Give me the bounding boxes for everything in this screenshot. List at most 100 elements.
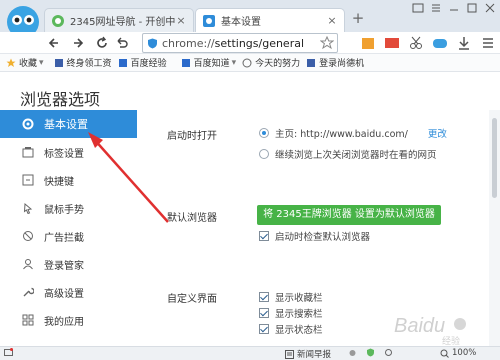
keyboard-icon (22, 174, 34, 186)
star-icon[interactable] (320, 36, 334, 50)
vertical-scrollbar[interactable] (489, 110, 500, 346)
bookmark-item[interactable]: 百度经验 (118, 56, 167, 69)
default-browser-label: 默认浏览器 (167, 213, 217, 224)
new-tab-button[interactable]: + (349, 10, 367, 28)
sidebar-item-label: 登录管家 (44, 260, 84, 272)
close-tab-icon[interactable]: × (326, 14, 338, 27)
page-icon (181, 58, 190, 67)
mouse-icon (23, 202, 33, 214)
url-scheme: chrome:// (162, 36, 215, 50)
show-search-bar-option[interactable]: 显示搜索栏 (259, 306, 323, 320)
page-icon (54, 58, 63, 67)
show-search-bar-label: 显示搜索栏 (275, 309, 323, 320)
undo-icon[interactable] (114, 35, 130, 51)
check-default-checkbox[interactable] (259, 231, 269, 241)
tab-title: 基本设置 (221, 17, 261, 28)
toolbar-icons (360, 35, 496, 51)
sidebar-item-label: 基本设置 (44, 118, 88, 131)
cloud-icon[interactable] (348, 348, 357, 357)
check-default-option[interactable]: 启动时检查默认浏览器 (259, 229, 370, 243)
page-title: 浏览器选项 (20, 90, 101, 109)
shield-icon[interactable] (366, 348, 375, 357)
bookmark-label: 百度经验 (130, 59, 167, 69)
minimize-icon[interactable] (448, 2, 460, 14)
change-homepage-link[interactable]: 更改 (428, 126, 447, 140)
sidebar-item-basic-settings[interactable]: 基本设置 (0, 110, 143, 138)
shield-icon (148, 38, 157, 48)
back-arrow-icon[interactable] (46, 35, 62, 51)
sidebar-item-label: 快捷键 (44, 176, 74, 188)
check-default-label: 启动时检查默认浏览器 (275, 232, 371, 243)
user-icon (23, 259, 33, 270)
settings-sidebar: 基本设置 标签设置 快捷键 鼠标手势 广告拦截 登录管家 高级设置 我的应用 (0, 110, 143, 350)
title-bar: 2345网址导航 - 开创中国百年品牌 × 基本设置 × + (0, 0, 500, 40)
address-bar[interactable]: chrome://settings/general (142, 33, 338, 53)
continue-browsing-radio[interactable] (259, 149, 269, 159)
scissors-icon[interactable] (408, 35, 424, 51)
sidebar-item-login-manager[interactable]: 登录管家 (0, 250, 137, 278)
sidebar-item-shortcuts[interactable]: 快捷键 (0, 166, 137, 194)
settings-icon[interactable] (384, 348, 393, 357)
sidebar-item-label: 我的应用 (44, 316, 84, 328)
sidebar-item-my-apps[interactable]: 我的应用 (0, 306, 137, 334)
homepage-option[interactable]: 主页: http://www.baidu.com/ 更改 (259, 126, 447, 140)
show-favorites-bar-checkbox[interactable] (259, 292, 269, 302)
status-notification[interactable] (4, 348, 16, 357)
url-text: chrome://settings/general (162, 37, 304, 50)
maximize-icon[interactable] (466, 2, 478, 14)
bookmark-label: 登录尚德机 (319, 59, 365, 69)
download-icon[interactable] (456, 35, 472, 51)
baidu-watermark-logo: Baidu 经验 (394, 315, 466, 346)
show-search-bar-checkbox[interactable] (259, 308, 269, 318)
gear-icon (22, 118, 34, 130)
skin-icon[interactable] (412, 2, 424, 14)
calendar-icon[interactable] (360, 35, 376, 51)
status-icons (348, 348, 396, 357)
bookmark-item[interactable]: 今天的努力 (242, 56, 300, 69)
show-favorites-bar-option[interactable]: 显示收藏栏 (259, 290, 323, 304)
zoom-level[interactable]: 100% (440, 348, 476, 358)
news-icon (285, 349, 294, 359)
sidebar-item-tab-settings[interactable]: 标签设置 (0, 138, 137, 166)
forward-arrow-icon[interactable] (70, 35, 86, 51)
tab-2345-navigation[interactable]: 2345网址导航 - 开创中国百年品牌 × (44, 8, 194, 32)
chevron-down-icon: ▾ (39, 57, 44, 68)
bookmark-item[interactable]: 终身领工资 (54, 56, 112, 69)
show-status-bar-option[interactable]: 显示状态栏 (259, 322, 323, 336)
continue-browsing-option[interactable]: 继续浏览上次关闭浏览器时在看的网页 (259, 147, 437, 161)
show-favorites-bar-label: 显示收藏栏 (275, 293, 323, 304)
svg-text:Baidu: Baidu (394, 315, 445, 337)
game-icon[interactable] (432, 35, 448, 51)
bookmark-item[interactable]: 百度知道 ▾ (181, 56, 237, 69)
bookmark-favorites[interactable]: 收藏 ▾ (6, 56, 44, 69)
apps-icon (22, 314, 34, 326)
zoom-label: 100% (452, 348, 477, 358)
chevron-down-icon: ▾ (231, 57, 237, 68)
tab-basic-settings[interactable]: 基本设置 × (195, 8, 345, 32)
close-window-icon[interactable] (484, 2, 496, 14)
set-default-browser-button[interactable]: 将 2345王牌浏览器 设置为默认浏览器 (257, 205, 441, 225)
sidebar-item-advanced-settings[interactable]: 高级设置 (0, 278, 137, 306)
startup-label: 启动时打开 (167, 131, 217, 142)
news-briefing[interactable]: 新闻早报 (285, 348, 331, 360)
image-icon[interactable] (384, 35, 400, 51)
block-icon (23, 231, 33, 241)
menu-lines-icon[interactable] (480, 35, 496, 51)
scrollbar-thumb[interactable] (492, 118, 497, 198)
bookmark-label: 百度知道 (193, 59, 230, 69)
menu-icon[interactable] (430, 2, 442, 14)
sidebar-item-mouse-gestures[interactable]: 鼠标手势 (0, 194, 137, 222)
page-icon (307, 58, 316, 67)
sidebar-item-ad-block[interactable]: 广告拦截 (0, 222, 137, 250)
globe-icon (242, 58, 252, 67)
status-bar: 新闻早报 100% (0, 346, 500, 360)
close-tab-icon[interactable]: × (175, 14, 187, 27)
refresh-icon[interactable] (94, 35, 110, 51)
bookmark-label: 今天的努力 (255, 59, 301, 69)
sidebar-item-label: 标签设置 (44, 148, 84, 160)
bookmark-item[interactable]: 登录尚德机 (306, 56, 364, 69)
homepage-radio[interactable] (259, 128, 269, 138)
show-status-bar-checkbox[interactable] (259, 324, 269, 334)
svg-text:经验: 经验 (442, 335, 460, 346)
tabs-icon (22, 147, 34, 158)
